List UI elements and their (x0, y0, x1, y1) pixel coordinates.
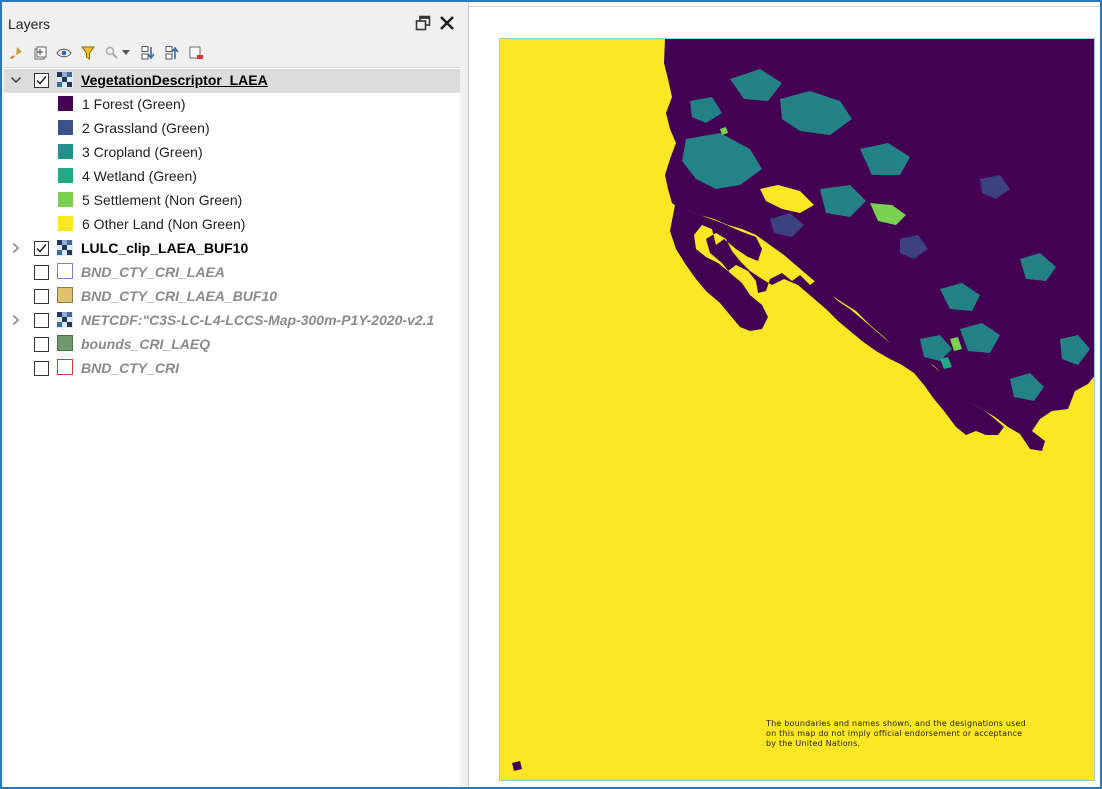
polygon-layer-icon (57, 287, 73, 303)
layer-name: VegetationDescriptor_LAEA (81, 72, 268, 88)
filter-icon[interactable] (78, 43, 98, 63)
legend-swatch (58, 192, 73, 207)
legend-swatch (58, 120, 73, 135)
legend-label: 6 Other Land (Non Green) (82, 216, 246, 232)
polygon-layer-icon (57, 263, 73, 279)
legend-item: 3 Cropland (Green) (4, 141, 460, 165)
layer-tree: VegetationDescriptor_LAEA 1 Forest (Gree… (4, 67, 460, 787)
legend-label: 2 Grassland (Green) (82, 120, 210, 136)
layers-panel-header: Layers (2, 8, 462, 36)
chevron-right-icon[interactable] (10, 314, 22, 326)
add-group-icon[interactable] (30, 43, 50, 63)
panel-title: Layers (8, 16, 51, 32)
legend-swatch (58, 168, 73, 183)
legend-label: 1 Forest (Green) (82, 96, 186, 112)
expand-all-icon[interactable] (138, 43, 158, 63)
undock-icon[interactable] (412, 12, 434, 34)
legend-label: 5 Settlement (Non Green) (82, 192, 243, 208)
layer-row-bnd-cty-cri-laea-buf10[interactable]: BND_CTY_CRI_LAEA_BUF10 (4, 285, 460, 309)
close-icon[interactable] (436, 12, 458, 34)
remove-layer-icon[interactable] (186, 43, 206, 63)
layer-visibility-checkbox[interactable] (34, 241, 49, 256)
layer-name: NETCDF:"C3S-LC-L4-LCCS-Map-300m-P1Y-2020… (81, 312, 435, 328)
panel-splitter[interactable] (462, 2, 469, 787)
chevron-down-icon[interactable] (10, 74, 22, 86)
chevron-down-icon[interactable] (120, 43, 132, 63)
legend-item: 6 Other Land (Non Green) (4, 213, 460, 237)
map-disclaimer: The boundaries and names shown, and the … (766, 719, 1066, 749)
layers-toolbar (2, 40, 462, 66)
legend-label: 4 Wetland (Green) (82, 168, 197, 184)
layer-row-lulc-clip[interactable]: LULC_clip_LAEA_BUF10 (4, 237, 460, 261)
legend-item: 5 Settlement (Non Green) (4, 189, 460, 213)
layer-name: bounds_CRI_LAEQ (81, 336, 211, 352)
legend-swatch (58, 96, 73, 111)
collapse-all-icon[interactable] (162, 43, 182, 63)
land-cover-map (500, 39, 1094, 780)
legend-label: 3 Cropland (Green) (82, 144, 203, 160)
legend-item: 4 Wetland (Green) (4, 165, 460, 189)
layer-row-bnd-cty-cri-laea[interactable]: BND_CTY_CRI_LAEA (4, 261, 460, 285)
legend-item: 1 Forest (Green) (4, 93, 460, 117)
polygon-layer-icon (57, 335, 73, 351)
layer-row-bounds-cri-laeq[interactable]: bounds_CRI_LAEQ (4, 333, 460, 357)
layer-name: BND_CTY_CRI (81, 360, 180, 376)
layer-visibility-checkbox[interactable] (34, 337, 49, 352)
layer-name: BND_CTY_CRI_LAEA_BUF10 (81, 288, 278, 304)
layer-row-bnd-cty-cri[interactable]: BND_CTY_CRI (4, 357, 460, 381)
disclaimer-line: The boundaries and names shown, and the … (766, 719, 1026, 728)
style-brush-icon[interactable] (6, 43, 26, 63)
qgis-window: Layers VegetationDescriptor_LAEA 1 Fores… (0, 0, 1102, 789)
legend-swatch (58, 216, 73, 231)
layer-name: BND_CTY_CRI_LAEA (81, 264, 225, 280)
chevron-right-icon[interactable] (10, 242, 22, 254)
layer-visibility-checkbox[interactable] (34, 265, 49, 280)
visibility-eye-icon[interactable] (54, 43, 74, 63)
layer-visibility-checkbox[interactable] (34, 313, 49, 328)
raster-layer-icon (57, 72, 73, 88)
raster-layer-icon (57, 240, 73, 256)
layer-row-netcdf[interactable]: NETCDF:"C3S-LC-L4-LCCS-Map-300m-P1Y-2020… (4, 309, 460, 333)
layers-panel: Layers VegetationDescriptor_LAEA 1 Fores… (2, 2, 463, 787)
disclaimer-line: by the United Nations. (766, 739, 861, 748)
map-frame[interactable] (499, 38, 1095, 781)
polygon-layer-icon (57, 359, 73, 375)
layer-visibility-checkbox[interactable] (34, 361, 49, 376)
layer-visibility-checkbox[interactable] (34, 289, 49, 304)
filter-legend-icon[interactable] (102, 43, 122, 63)
legend-swatch (58, 144, 73, 159)
layer-row-vegetationdescriptor[interactable]: VegetationDescriptor_LAEA (4, 69, 460, 93)
layer-name: LULC_clip_LAEA_BUF10 (81, 240, 249, 256)
raster-layer-icon (57, 312, 73, 328)
map-divider (469, 6, 1100, 7)
layer-visibility-checkbox[interactable] (34, 73, 49, 88)
disclaimer-line: on this map do not imply official endors… (766, 729, 1023, 738)
legend-item: 2 Grassland (Green) (4, 117, 460, 141)
